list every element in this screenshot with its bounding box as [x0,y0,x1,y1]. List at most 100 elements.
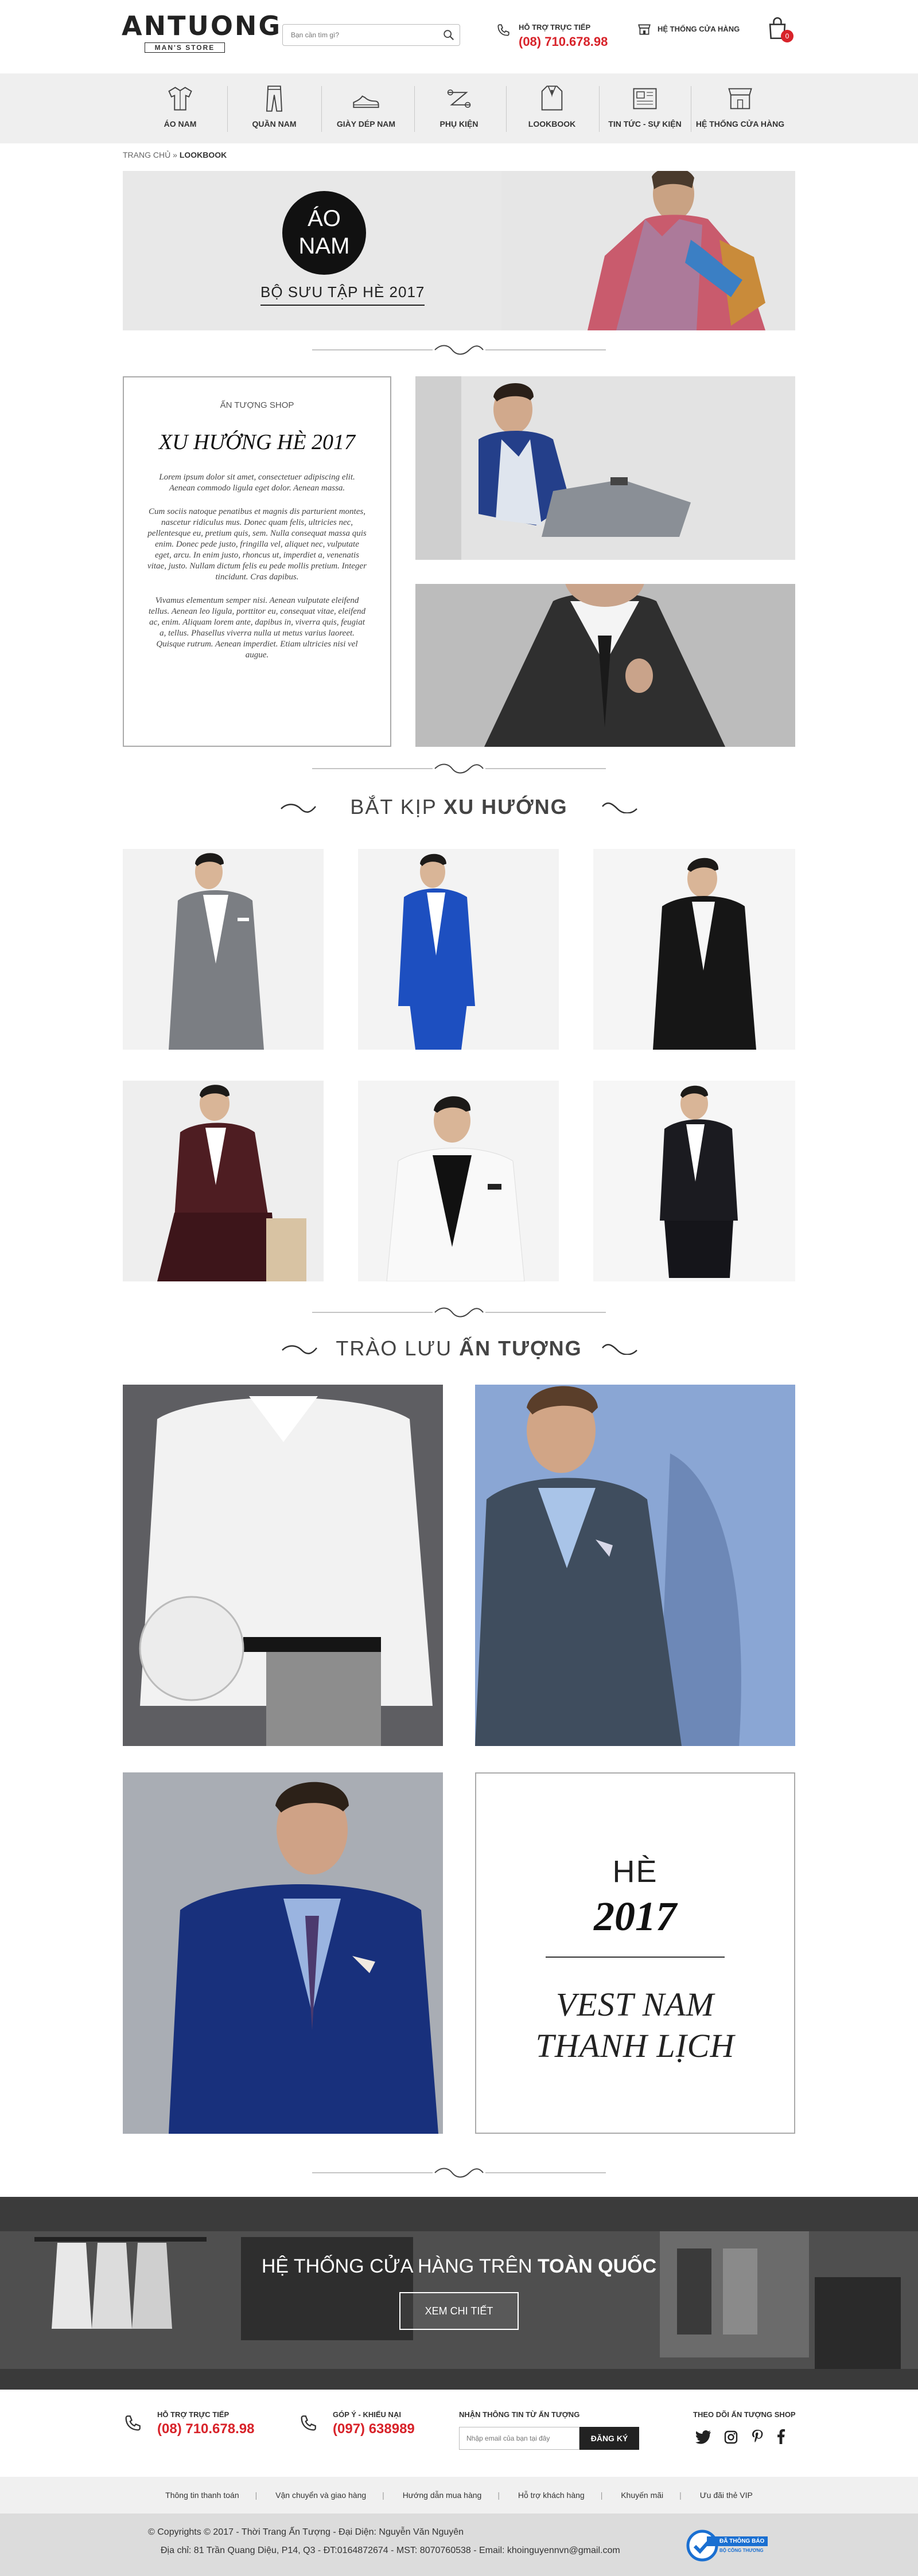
search-input[interactable] [283,25,432,45]
promo-year: 2017 [594,1893,676,1939]
footer-support-phone: (08) 710.678.98 [157,2421,255,2437]
nav-item-tin-tuc-su-kien[interactable]: TIN TỨC - SỰ KIỆN [605,84,685,135]
phone-icon [125,2415,141,2431]
lookbook-photo-blazer[interactable] [415,376,795,560]
support-label: HỖ TRỢ TRỰC TIẾP [519,23,591,32]
trend-photo-navy-suit[interactable] [593,1081,795,1281]
stores-banner-title: HỆ THỐNG CỬA HÀNG TRÊN TOÀN QUỐC [0,2255,918,2278]
nav-item-he-thong-cua-hang[interactable]: HỆ THỐNG CỬA HÀNG [694,84,786,135]
footer-link-howto[interactable]: Hướng dẫn mua hàng [403,2491,482,2500]
newsletter-email-input[interactable] [459,2427,579,2450]
footer-link-promotions[interactable]: Khuyến mãi [621,2491,663,2500]
search-icon[interactable] [442,29,455,41]
newspaper-icon [633,88,657,110]
trend-photo-white-blazer[interactable] [358,1081,559,1281]
support-phone: (08) 710.678.98 [519,34,608,49]
ornament-divider [312,2168,606,2178]
search-box [282,24,460,46]
hero-subtitle: BỘ SƯU TẬP HÈ 2017 [260,283,425,306]
nav-label: QUẦN NAM [252,119,297,128]
stores-banner: HỆ THỐNG CỬA HÀNG TRÊN TOÀN QUỐC XEM CHI… [0,2197,918,2390]
nav-label: LOOKBOOK [528,119,576,128]
newsletter: NHẬN THÔNG TIN TỪ ẤN TƯỢNG ĐĂNG KÝ [459,2410,639,2450]
promo-season: HÈ [612,1854,658,1889]
ornament-divider [312,345,606,355]
nav-label: PHỤ KIỆN [439,119,479,128]
storefront-icon [728,88,752,110]
newsletter-label: NHẬN THÔNG TIN TỪ ẤN TƯỢNG [459,2410,580,2419]
breadcrumb: TRANG CHỦ » LOOKBOOK [123,150,227,159]
section-title-bold: XU HƯỚNG [444,795,568,819]
cart-count-badge: 0 [781,30,793,42]
nav-item-phu-kien[interactable]: PHỤ KIỆN [419,84,499,135]
impress-photo-white-shirt[interactable] [123,1385,443,1746]
intro-paragraph: Vivamus elementum semper nisi. Aenean vu… [149,596,365,660]
logo-tagline: MAN'S STORE [145,42,225,53]
ornament-divider [312,1307,606,1318]
hero-circle-line1: ÁO [308,206,341,231]
facebook-icon[interactable] [776,2429,785,2444]
trend-photo-burgundy-suit[interactable] [123,1081,324,1281]
phone-icon [497,24,509,36]
trend-photo-grey-suit[interactable] [123,849,324,1050]
nav-item-quan-nam[interactable]: QUẦN NAM [234,84,314,135]
logo[interactable]: ANTUONG MAN'S STORE [122,10,282,59]
shoe-icon [353,95,379,108]
nav-item-lookbook[interactable]: LOOKBOOK [512,84,592,135]
breadcrumb-separator: » [170,150,180,159]
trend-photo-black-suit[interactable] [593,849,795,1050]
footer-support[interactable]: HỖ TRỢ TRỰC TIẾP (08) 710.678.98 [123,2410,254,2437]
swirl-ornament-right [602,1343,637,1355]
trend-photo-blue-suit[interactable] [358,849,559,1050]
footer-contact: HỖ TRỢ TRỰC TIẾP (08) 710.678.98 GÓP Ý -… [0,2390,918,2477]
nav-item-giay-dep-nam[interactable]: GIÀY DÉP NAM [326,84,406,135]
hero-circle: ÁO NAM [282,191,366,275]
lookbook-photo-tie[interactable] [415,584,795,747]
hero-circle-line2: NAM [298,233,350,259]
nav-item-ao-nam[interactable]: ÁO NAM [140,84,220,135]
promo-box[interactable]: HÈ 2017 VEST NAM THANH LỊCH [475,1772,795,2134]
ornament-divider [312,763,606,774]
impress-photo-denim-blazer[interactable] [475,1385,795,1746]
intro-kicker: ẤN TƯỢNG SHOP [220,400,294,410]
trousers-icon [266,85,283,112]
phone-icon [301,2415,316,2431]
nav-label: ÁO NAM [164,119,197,128]
intro-title: XU HƯỚNG HÈ 2017 [158,430,356,454]
footer-support-label: HỖ TRỢ TRỰC TIẾP [157,2410,230,2419]
footer-link-payment[interactable]: Thông tin thanh toán [165,2491,239,2500]
nav-label: TIN TỨC - SỰ KIỆN [608,119,682,128]
pinterest-icon[interactable] [751,2429,764,2444]
intro-paragraph: Lorem ipsum dolor sit amet, consectetuer… [159,473,355,493]
view-details-button[interactable]: XEM CHI TIẾT [399,2292,519,2330]
footer-links: Thông tin thanh toán | Vận chuyển và giao… [0,2477,918,2513]
section-title-bold: ẤN TƯỢNG [459,1336,582,1360]
breadcrumb-home[interactable]: TRANG CHỦ [123,150,170,159]
footer-link-shipping[interactable]: Vận chuyển và giao hàng [275,2491,366,2500]
swirl-ornament-right [602,802,637,813]
footer-link-support[interactable]: Hỗ trợ khách hàng [518,2491,585,2500]
main-nav: ÁO NAM QUẦN NAM GIÀY DÉP NAM PHỤ KIỆN LO… [0,73,918,143]
registered-badge[interactable]: ĐÃ THÔNG BÁO BỘ CÔNG THƯƠNG [686,2530,772,2562]
hero-banner[interactable]: ÁO NAM BỘ SƯU TẬP HÈ 2017 [123,171,795,330]
cart-button[interactable]: 0 [766,16,795,45]
section-title-light: TRÀO LƯU [336,1336,460,1360]
banner-title-bold: TOÀN QUỐC [538,2255,657,2277]
intro-text-box: ẤN TƯỢNG SHOP XU HƯỚNG HÈ 2017 Lorem ips… [123,376,391,747]
address-text: Địa chỉ: 81 Trần Quang Diệu, P14, Q3 - Đ… [161,2546,620,2555]
section-title-light: BẮT KỊP [350,795,444,819]
instagram-icon[interactable] [724,2430,738,2444]
banner-title-light: HỆ THỐNG CỬA HÀNG TRÊN [261,2255,538,2277]
newsletter-submit-button[interactable]: ĐĂNG KÝ [579,2427,639,2450]
nav-label: HỆ THỐNG CỬA HÀNG [695,119,785,128]
footer-complaint-phone: (097) 638989 [333,2421,415,2437]
promo-line1: VEST NAM [556,1986,714,2023]
impress-photo-blue-suit[interactable] [123,1772,443,2134]
twitter-icon[interactable] [695,2430,711,2444]
footer-complaint[interactable]: GÓP Ý - KHIẾU NẠI (097) 638989 [298,2410,415,2437]
tie-icon [447,89,471,108]
copyright-bar: © Copyrights © 2017 - Thời Trang Ấn Tượn… [0,2513,918,2576]
logo-wordmark: ANTUONG [122,10,282,41]
footer-link-vip[interactable]: Ưu đãi thẻ VIP [700,2491,753,2500]
badge-line2: BỘ CÔNG THƯƠNG [719,2548,764,2553]
